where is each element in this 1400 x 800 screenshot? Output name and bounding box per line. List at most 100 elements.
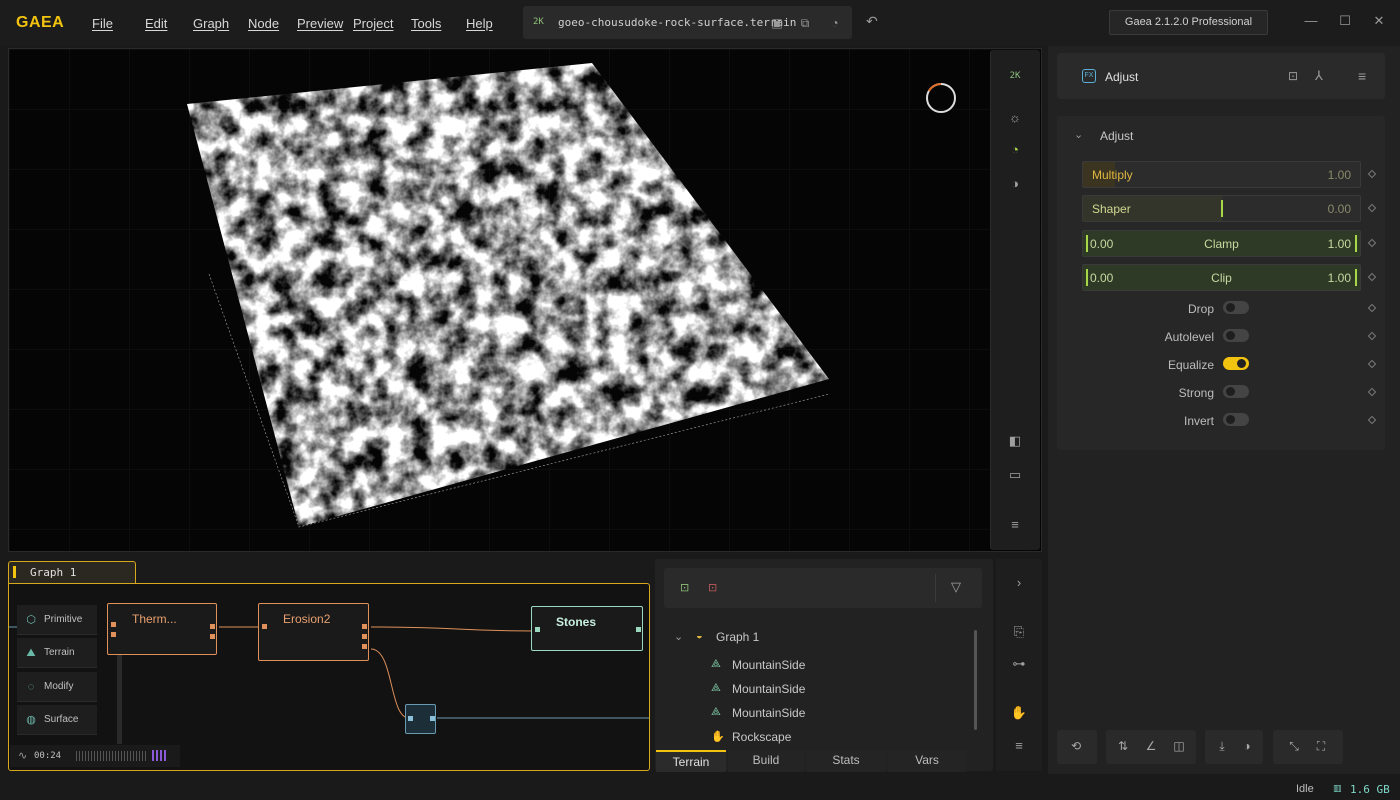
light-icon[interactable]: ☼: [1003, 106, 1027, 130]
mirror-icon[interactable]: ◫: [1171, 739, 1187, 753]
menu-graph[interactable]: Graph: [193, 16, 229, 31]
tab-vars[interactable]: Vars: [888, 750, 966, 772]
hand-icon[interactable]: ✋: [1010, 705, 1028, 721]
resolution-badge[interactable]: 2K: [533, 17, 544, 27]
graph-icon: ◒: [696, 630, 703, 642]
resolution-toggle[interactable]: 2K: [1003, 64, 1027, 88]
save-icon[interactable]: ▣: [769, 15, 785, 31]
expand-icon[interactable]: ⛶: [1313, 739, 1329, 754]
contrast-icon[interactable]: ◑: [1239, 739, 1255, 753]
tree-item[interactable]: Rockscape: [732, 730, 791, 744]
chevron-right-icon[interactable]: ›: [1010, 575, 1028, 590]
tree-item[interactable]: MountainSide: [732, 706, 805, 720]
node-reroute[interactable]: [405, 704, 436, 734]
close-icon[interactable]: ✕: [1369, 13, 1389, 29]
timeline-ticks: [76, 751, 146, 761]
angle-icon[interactable]: ∠: [1143, 739, 1159, 753]
menu-help[interactable]: Help: [466, 16, 493, 31]
category-terrain[interactable]: ⛰ Terrain: [17, 638, 97, 668]
history-icon[interactable]: ◔: [827, 15, 843, 31]
tab-build[interactable]: Build: [728, 750, 804, 772]
viewport-menu-icon[interactable]: ≡: [1003, 513, 1027, 537]
invert-label: Invert: [1183, 414, 1214, 428]
file-box: 2K goeo-chousudoke-rock-surface.terrain …: [523, 6, 852, 39]
filter-icon[interactable]: ▽: [951, 579, 961, 595]
preset-icon[interactable]: ⊡: [1288, 69, 1298, 83]
menu-tools[interactable]: Tools: [411, 16, 441, 31]
chevron-down-icon[interactable]: ⌄: [674, 630, 683, 643]
node-erosion2[interactable]: Erosion2: [258, 603, 369, 661]
copy-icon[interactable]: ⧉: [797, 15, 813, 31]
chevron-down-icon[interactable]: ⌄: [1074, 128, 1083, 141]
version-badge[interactable]: Gaea 2.1.2.0 Professional: [1109, 10, 1268, 35]
strong-label: Strong: [1178, 386, 1214, 400]
mountain-icon: ⛰: [26, 647, 36, 659]
node-title: Adjust: [1105, 70, 1139, 84]
mountain-icon: ⟁: [711, 682, 721, 694]
maximize-icon[interactable]: ☐: [1335, 13, 1355, 29]
autolevel-toggle[interactable]: [1223, 329, 1249, 342]
drop-down-icon[interactable]: ⤓: [1214, 739, 1230, 754]
deselect-icon[interactable]: ⊡: [708, 581, 717, 594]
link-icon[interactable]: ⅄: [1315, 68, 1323, 84]
invert-toggle[interactable]: [1223, 413, 1249, 426]
drop-label: Drop: [1187, 302, 1214, 316]
memory-icon: ▥: [1333, 783, 1342, 793]
graph-tab-label: Graph 1: [30, 566, 77, 579]
mountain-icon: ⟁: [711, 658, 721, 670]
multiply-slider[interactable]: Multiply 1.00: [1082, 161, 1361, 188]
shaper-slider[interactable]: Shaper 0.00: [1082, 195, 1361, 222]
equalize-toggle[interactable]: [1223, 357, 1249, 370]
add-node-icon[interactable]: ⟲: [1068, 739, 1084, 753]
undo-icon[interactable]: ↶: [866, 13, 878, 30]
tab-marker: [13, 566, 16, 578]
autolevel-label: Autolevel: [1164, 330, 1214, 344]
terrain-preview: [9, 49, 1041, 551]
status-bar: [0, 776, 1400, 800]
hierarchy-icon[interactable]: ⊶: [1010, 656, 1028, 672]
menu-node[interactable]: Node: [248, 16, 279, 31]
tree-root[interactable]: Graph 1: [716, 630, 759, 644]
menu-file[interactable]: File: [92, 16, 113, 31]
tab-stats[interactable]: Stats: [806, 750, 886, 772]
category-modify[interactable]: ◌ Modify: [17, 672, 97, 702]
menu-icon[interactable]: ≡: [1358, 68, 1366, 84]
activity-icon: [152, 750, 168, 761]
tool-group: [1273, 730, 1343, 764]
list-menu-icon[interactable]: ≡: [1010, 738, 1028, 753]
menu-preview[interactable]: Preview: [297, 16, 343, 31]
category-surface[interactable]: ◍ Surface: [17, 705, 97, 735]
category-primitive[interactable]: ⬡ Primitive: [17, 605, 97, 635]
strong-toggle[interactable]: [1223, 385, 1249, 398]
menu-edit[interactable]: Edit: [145, 16, 167, 31]
tree-item[interactable]: MountainSide: [732, 682, 805, 696]
clamp-range[interactable]: 0.00 Clamp 1.00: [1082, 230, 1361, 257]
drop-toggle[interactable]: [1223, 301, 1249, 314]
render-mode-icon[interactable]: ◔: [1003, 138, 1027, 162]
build-timer: 00:24: [34, 751, 62, 761]
tree-scrollbar[interactable]: [974, 630, 977, 730]
shading-icon[interactable]: ◑: [1003, 172, 1027, 196]
file-name: goeo-chousudoke-rock-surface.terrain: [558, 16, 797, 29]
3d-viewport[interactable]: [8, 48, 1042, 552]
memory-usage: 1.6 GB: [1350, 783, 1390, 796]
bookmark-icon[interactable]: ⎘: [1010, 624, 1028, 640]
flip-icon[interactable]: ⇅: [1115, 739, 1131, 753]
section-title: Adjust: [1100, 129, 1134, 143]
tab-terrain[interactable]: Terrain: [656, 750, 726, 772]
minimize-icon[interactable]: —: [1301, 13, 1321, 28]
node-thermal[interactable]: Therm...: [107, 603, 217, 655]
split-view-icon[interactable]: ◧: [1003, 429, 1027, 453]
clip-range[interactable]: 0.00 Clip 1.00: [1082, 264, 1361, 291]
tree-item[interactable]: MountainSide: [732, 658, 805, 672]
select-icon[interactable]: ⊡: [680, 581, 689, 594]
status-state: Idle: [1296, 783, 1314, 795]
node-stones[interactable]: Stones: [531, 606, 643, 651]
surface-icon: ◍: [26, 714, 36, 726]
equalize-label: Equalize: [1167, 358, 1214, 372]
layout-icon[interactable]: ▭: [1003, 463, 1027, 487]
cube-icon: ⬡: [26, 614, 36, 626]
collapse-icon[interactable]: ⤡: [1286, 739, 1302, 754]
mountain-icon: ⟁: [711, 706, 721, 718]
menu-project[interactable]: Project: [353, 16, 393, 31]
